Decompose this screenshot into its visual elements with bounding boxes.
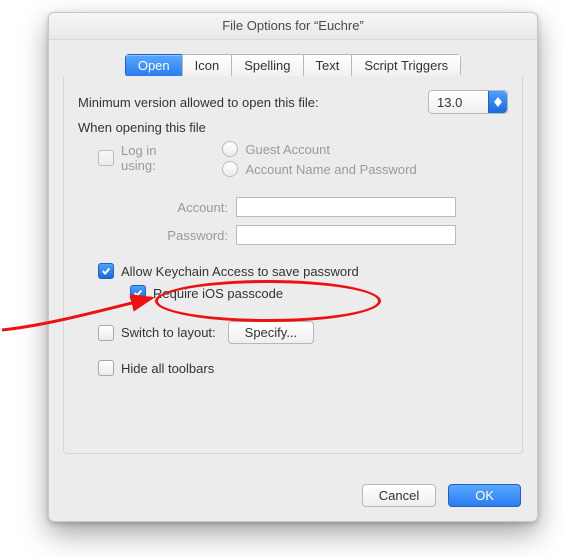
hide-toolbars-label: Hide all toolbars [121,361,214,376]
tab-open[interactable]: Open [125,54,182,77]
account-field[interactable] [236,197,456,217]
radio-guest-account: Guest Account [222,141,330,157]
radio-guest-label: Guest Account [245,142,330,157]
radio-account-name-password: Account Name and Password [222,161,416,177]
login-using-label: Log in using: [121,143,188,173]
hide-toolbars-checkbox[interactable]: Hide all toolbars [98,360,214,376]
file-options-window: File Options for “Euchre” Open Icon Spel… [48,12,538,522]
when-opening-label: When opening this file [78,120,206,135]
switch-to-layout-label: Switch to layout: [121,325,216,340]
tab-icon[interactable]: Icon [182,54,232,77]
allow-keychain-label: Allow Keychain Access to save password [121,264,359,279]
specify-button[interactable]: Specify... [228,321,315,344]
open-panel: Minimum version allowed to open this fil… [63,76,523,454]
tab-text[interactable]: Text [303,54,352,77]
account-label: Account: [78,200,228,215]
tab-bar: Open Icon Spelling Text Script Triggers [63,54,523,77]
tab-spelling[interactable]: Spelling [231,54,302,77]
min-version-value: 13.0 [437,95,462,110]
login-using-checkbox[interactable]: Log in using: [98,143,188,173]
min-version-select[interactable]: 13.0 [428,90,508,114]
require-ios-passcode-checkbox[interactable]: Require iOS passcode [130,285,283,301]
cancel-button[interactable]: Cancel [362,484,436,507]
chevron-up-down-icon [488,91,507,113]
allow-keychain-checkbox[interactable]: Allow Keychain Access to save password [98,263,359,279]
password-field[interactable] [236,225,456,245]
radio-acct-label: Account Name and Password [245,162,416,177]
require-ios-passcode-label: Require iOS passcode [153,286,283,301]
tab-script-triggers[interactable]: Script Triggers [351,54,461,77]
switch-to-layout-checkbox[interactable]: Switch to layout: [98,325,216,341]
min-version-label: Minimum version allowed to open this fil… [78,95,319,110]
window-title: File Options for “Euchre” [49,13,537,40]
ok-button[interactable]: OK [448,484,521,507]
password-label: Password: [78,228,228,243]
